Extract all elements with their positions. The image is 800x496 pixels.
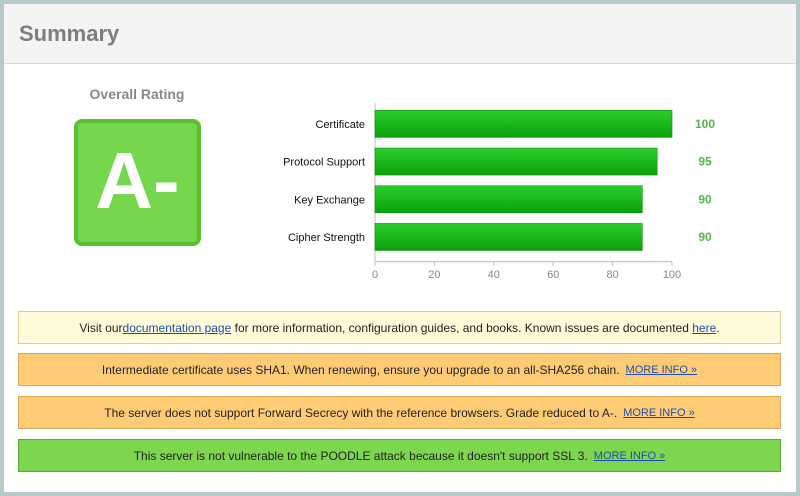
overall-rating-label: Overall Rating — [89, 86, 185, 102]
notice-poodle-text: This server is not vulnerable to the POO… — [133, 448, 588, 463]
chart-category-label: Key Exchange — [294, 194, 365, 206]
notice-documentation-before: Visit our — [79, 320, 123, 335]
chart-value-label: 95 — [698, 155, 712, 169]
chart-bar — [374, 185, 643, 214]
chart-tick-label: 40 — [488, 269, 500, 281]
documentation-page-link[interactable]: documentation page — [123, 321, 232, 335]
rating-bar-chart: Certificate 100 Protocol Support 95 Key Exch… — [283, 103, 715, 281]
summary-header: Summary — [4, 4, 796, 64]
notice-documentation-middle: for more information, configuration guid… — [231, 320, 693, 335]
chart-bar — [374, 223, 643, 251]
chart-tick-label: 100 — [663, 269, 681, 281]
page-title: Summary — [19, 21, 120, 46]
poodle-more-info-link[interactable]: MORE INFO » — [594, 450, 666, 462]
notice-sha1-text: Intermediate certificate uses SHA1. When… — [101, 362, 620, 377]
notice-documentation: Visit our documentation page for more in… — [18, 311, 781, 344]
chart-bar — [374, 110, 673, 138]
chart-tick-label: 20 — [428, 269, 440, 281]
chart-category-label: Certificate — [315, 119, 365, 131]
chart-value-label: 90 — [698, 192, 712, 206]
chart-tick-label: 80 — [606, 269, 618, 281]
chart-category-label: Protocol Support — [283, 157, 365, 169]
chart-tick-label: 0 — [372, 269, 378, 281]
forward-secrecy-more-info-link[interactable]: MORE INFO » — [623, 407, 695, 419]
sha1-more-info-link[interactable]: MORE INFO » — [626, 364, 698, 376]
chart-tick-label: 60 — [547, 269, 559, 281]
notice-documentation-after: . — [716, 320, 720, 335]
grade-text: A- — [95, 135, 180, 225]
notice-poodle-ok: This server is not vulnerable to the POO… — [18, 439, 781, 472]
chart-value-label: 90 — [698, 230, 712, 244]
notice-forward-secrecy-warning: The server does not support Forward Secr… — [18, 396, 781, 429]
chart-category-label: Cipher Strength — [288, 232, 365, 244]
chart-value-label: 100 — [695, 117, 715, 131]
notice-sha1-warning: Intermediate certificate uses SHA1. When… — [18, 353, 781, 386]
grade-badge: A- — [74, 119, 201, 246]
chart-bar — [374, 147, 658, 176]
notice-forward-secrecy-text: The server does not support Forward Secr… — [104, 405, 618, 420]
known-issues-here-link[interactable]: here — [692, 321, 716, 335]
